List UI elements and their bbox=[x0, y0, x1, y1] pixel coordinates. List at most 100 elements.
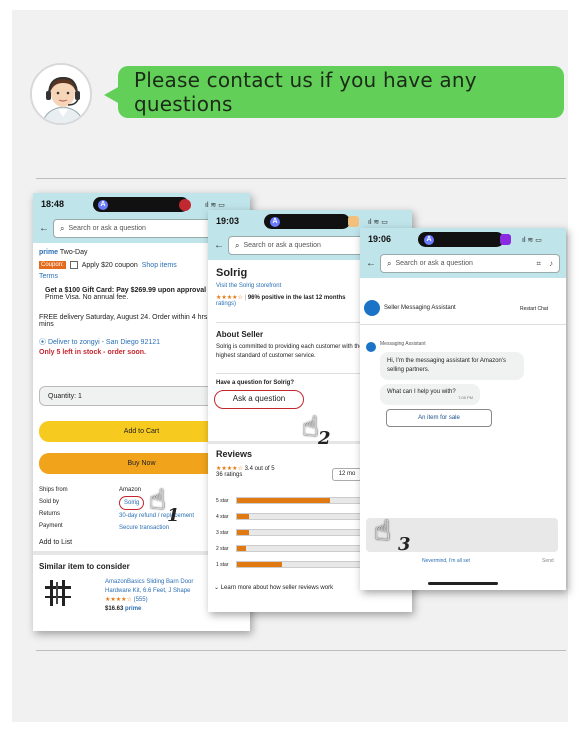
reviews-title: Reviews bbox=[216, 449, 253, 459]
gift-card-offer[interactable]: Get a $100 Gift Card: Pay $269.99 upon a… bbox=[45, 287, 217, 301]
deliver-to-text: Deliver to zongyi - San Diego 92121 bbox=[47, 339, 161, 346]
add-to-list-button[interactable]: Add to List bbox=[39, 539, 72, 546]
signal-battery-icon: ıl ≋ ▭ bbox=[368, 219, 388, 226]
signal-battery-icon: ıl ≋ ▭ bbox=[205, 202, 225, 209]
delivery-line2: mins bbox=[39, 321, 54, 328]
island-app-icon: A bbox=[98, 200, 108, 210]
payment-label: Payment bbox=[39, 523, 63, 529]
quantity-value: Quantity: 1 bbox=[48, 393, 82, 400]
ships-from-label: Ships from bbox=[39, 487, 68, 493]
star-row-label: 4 star bbox=[216, 514, 229, 520]
about-seller-text: Solrig is committed to providing each cu… bbox=[216, 343, 363, 361]
star-row-fill bbox=[237, 562, 282, 567]
option-label: An item for sale bbox=[418, 415, 460, 421]
pointing-hand-icon: ☝ bbox=[374, 515, 392, 546]
delivery-line1: FREE delivery Saturday, August 24. Order… bbox=[39, 314, 218, 321]
assistant-name: Seller Messaging Assistant bbox=[384, 305, 456, 311]
back-arrow-icon[interactable]: ← bbox=[39, 223, 49, 234]
similar-item-price: $16.63 bbox=[105, 606, 124, 612]
payment-value[interactable]: Secure transaction bbox=[119, 522, 194, 534]
island-app-icon: A bbox=[270, 217, 280, 227]
barn-door-hardware-thumbnail[interactable] bbox=[43, 578, 73, 608]
about-line1: Solrig is committed to providing each cu… bbox=[216, 344, 363, 350]
assistant-avatar-icon bbox=[364, 300, 380, 316]
star-row-fill bbox=[237, 498, 330, 503]
gift-card-line1: Get a $100 Gift Card: Pay $269.99 upon a… bbox=[45, 287, 218, 294]
coupon-text: Apply $20 coupon bbox=[81, 261, 138, 269]
sold-by-label: Sold by bbox=[39, 499, 60, 505]
gift-card-line2: Prime Visa. No annual fee. bbox=[45, 294, 129, 301]
buy-now-label: Buy Now bbox=[127, 460, 156, 467]
assistant-message-1: Hi, I'm the messaging assistant for Amaz… bbox=[380, 352, 524, 380]
send-button[interactable]: Send bbox=[542, 558, 554, 564]
status-bar: 19:06 A ıl ≋ ▭ bbox=[360, 228, 566, 250]
learn-more-text: Learn more about how seller reviews work bbox=[220, 585, 334, 591]
product-image-icon bbox=[45, 580, 71, 606]
pointing-hand-icon: ☝ bbox=[149, 484, 167, 515]
camera-scan-icon[interactable]: ⌗ bbox=[536, 259, 541, 269]
step-number: 1 bbox=[167, 505, 180, 526]
pointing-hand-icon: ☝ bbox=[302, 411, 320, 442]
returns-label: Returns bbox=[39, 511, 61, 517]
sold-by-seller-link[interactable]: Solrig bbox=[119, 496, 145, 510]
similar-item-name2: Hardware Kit, 6.6 Feet, J Shape bbox=[105, 588, 191, 594]
stock-warning: Only 5 left in stock - order soon. bbox=[39, 349, 146, 356]
chevron-down-icon: ⌄ bbox=[214, 585, 220, 591]
phone-messaging-page: 19:06 A ıl ≋ ▭ ← ⌕ Search or ask a quest… bbox=[360, 228, 566, 590]
step-number: 2 bbox=[318, 428, 331, 449]
star-row-fill bbox=[237, 530, 249, 535]
restart-chat-button[interactable]: Restart Chat bbox=[520, 306, 548, 312]
similar-item-details[interactable]: AmazonBasics Sliding Barn Door Hardware … bbox=[105, 578, 193, 614]
nevermind-link[interactable]: Nevermind, I'm all set bbox=[422, 558, 470, 564]
seller-rating: ★★★★☆ | 96% positive in the last 12 mont… bbox=[216, 295, 346, 307]
question-prompt: Have a question for Solrig? bbox=[216, 380, 295, 386]
message-2-time: 7:05 PM bbox=[458, 395, 473, 400]
similar-item-title: Similar item to consider bbox=[39, 562, 130, 571]
seller-rating-count[interactable]: ratings) bbox=[216, 301, 346, 307]
star-row-label: 3 star bbox=[216, 530, 229, 536]
contact-speech-bubble: Please contact us if you have any questi… bbox=[104, 66, 564, 118]
back-arrow-icon[interactable]: ← bbox=[214, 240, 224, 251]
search-icon: ⌕ bbox=[235, 240, 240, 250]
divider-bottom bbox=[36, 650, 566, 651]
ask-question-button[interactable]: Ask a question bbox=[214, 390, 304, 409]
visit-storefront-link[interactable]: Visit the Solrig storefront bbox=[216, 283, 281, 289]
star-row-label: 1 star bbox=[216, 562, 229, 568]
status-time: 19:03 bbox=[216, 216, 240, 226]
reviews-summary: ★★★★☆ 3.4 out of 5 36 ratings bbox=[216, 465, 275, 478]
search-placeholder: Search or ask a question bbox=[395, 260, 473, 267]
terms-link[interactable]: Terms bbox=[39, 273, 58, 280]
message-1-text: Hi, I'm the messaging assistant for Amaz… bbox=[387, 358, 507, 373]
step-number: 3 bbox=[398, 534, 411, 555]
prime-label: prime bbox=[39, 249, 59, 256]
reviews-score: 3.4 out of 5 bbox=[244, 466, 275, 472]
coupon-row: Coupon: Apply $20 coupon Shop items bbox=[39, 261, 177, 269]
coupon-checkbox[interactable] bbox=[69, 261, 78, 269]
search-icon: ⌕ bbox=[60, 223, 65, 233]
status-time: 19:06 bbox=[368, 234, 392, 244]
location-pin-icon: ⦿ bbox=[39, 339, 46, 346]
similar-item-prime: prime bbox=[125, 606, 142, 612]
about-seller-title: About Seller bbox=[216, 330, 264, 339]
message-input-area[interactable] bbox=[366, 518, 558, 552]
home-indicator bbox=[428, 582, 498, 585]
coupon-badge: Coupon: bbox=[39, 261, 66, 269]
island-app-icon: A bbox=[424, 235, 434, 245]
deliver-to-link[interactable]: ⦿ Deliver to zongyi - San Diego 92121 bbox=[39, 337, 160, 347]
option-item-for-sale-button[interactable]: An item for sale bbox=[386, 409, 492, 427]
app-badge-icon bbox=[348, 216, 359, 227]
microphone-icon[interactable]: ♪ bbox=[549, 259, 553, 268]
search-input[interactable]: ⌕ Search or ask a question ⌗ ♪ bbox=[380, 254, 560, 273]
seller-rating-text: 96% positive in the last 12 months bbox=[247, 295, 346, 301]
search-placeholder: Search or ask a question bbox=[68, 225, 146, 232]
search-icon: ⌕ bbox=[387, 258, 392, 268]
add-to-cart-label: Add to Cart bbox=[123, 428, 160, 435]
search-placeholder: Search or ask a question bbox=[243, 242, 321, 249]
coupon-shop-link[interactable]: Shop items bbox=[142, 262, 177, 269]
star-row-fill bbox=[237, 514, 249, 519]
reviews-period-select[interactable]: 12 mo bbox=[332, 468, 362, 481]
seller-info-labels: Ships from Sold by Returns Payment bbox=[39, 484, 68, 532]
support-agent-avatar bbox=[30, 63, 92, 125]
back-arrow-icon[interactable]: ← bbox=[366, 258, 376, 269]
learn-more-link[interactable]: ⌄ Learn more about how seller reviews wo… bbox=[214, 584, 333, 591]
